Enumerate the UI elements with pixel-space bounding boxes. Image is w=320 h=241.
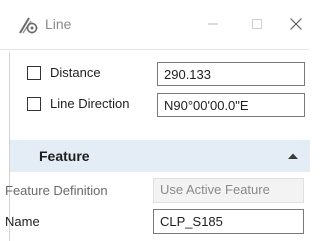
distance-label: Distance	[50, 65, 101, 80]
maximize-icon	[251, 18, 263, 33]
line-tool-icon	[17, 14, 39, 36]
feature-name-row: Name	[1, 207, 310, 237]
feature-section-title: Feature	[39, 148, 90, 164]
feature-definition-row: Feature Definition Use Active Feature	[1, 176, 310, 206]
line-direction-lock-checkbox[interactable]	[27, 97, 41, 111]
chevron-up-icon[interactable]	[286, 150, 300, 162]
line-settings-panel: Distance Line Direction Feature Feature …	[5, 52, 310, 241]
feature-name-label: Name	[5, 214, 40, 229]
distance-lock-checkbox[interactable]	[27, 66, 41, 80]
feature-definition-value: Use Active Feature	[153, 178, 304, 203]
window-title: Line	[45, 16, 72, 32]
distance-row: Distance	[10, 59, 310, 89]
line-direction-label: Line Direction	[50, 96, 130, 111]
line-direction-input[interactable]	[157, 93, 305, 117]
close-icon	[289, 17, 303, 34]
title-bar: Line	[0, 0, 309, 50]
distance-input[interactable]	[157, 62, 305, 86]
minimize-icon	[207, 18, 219, 33]
feature-name-input[interactable]	[153, 209, 304, 234]
minimize-button[interactable]	[199, 12, 227, 38]
feature-section-header[interactable]: Feature	[10, 140, 310, 172]
maximize-button[interactable]	[243, 12, 271, 38]
close-button[interactable]	[282, 12, 310, 38]
feature-definition-label: Feature Definition	[5, 183, 108, 198]
line-direction-row: Line Direction	[10, 90, 310, 120]
